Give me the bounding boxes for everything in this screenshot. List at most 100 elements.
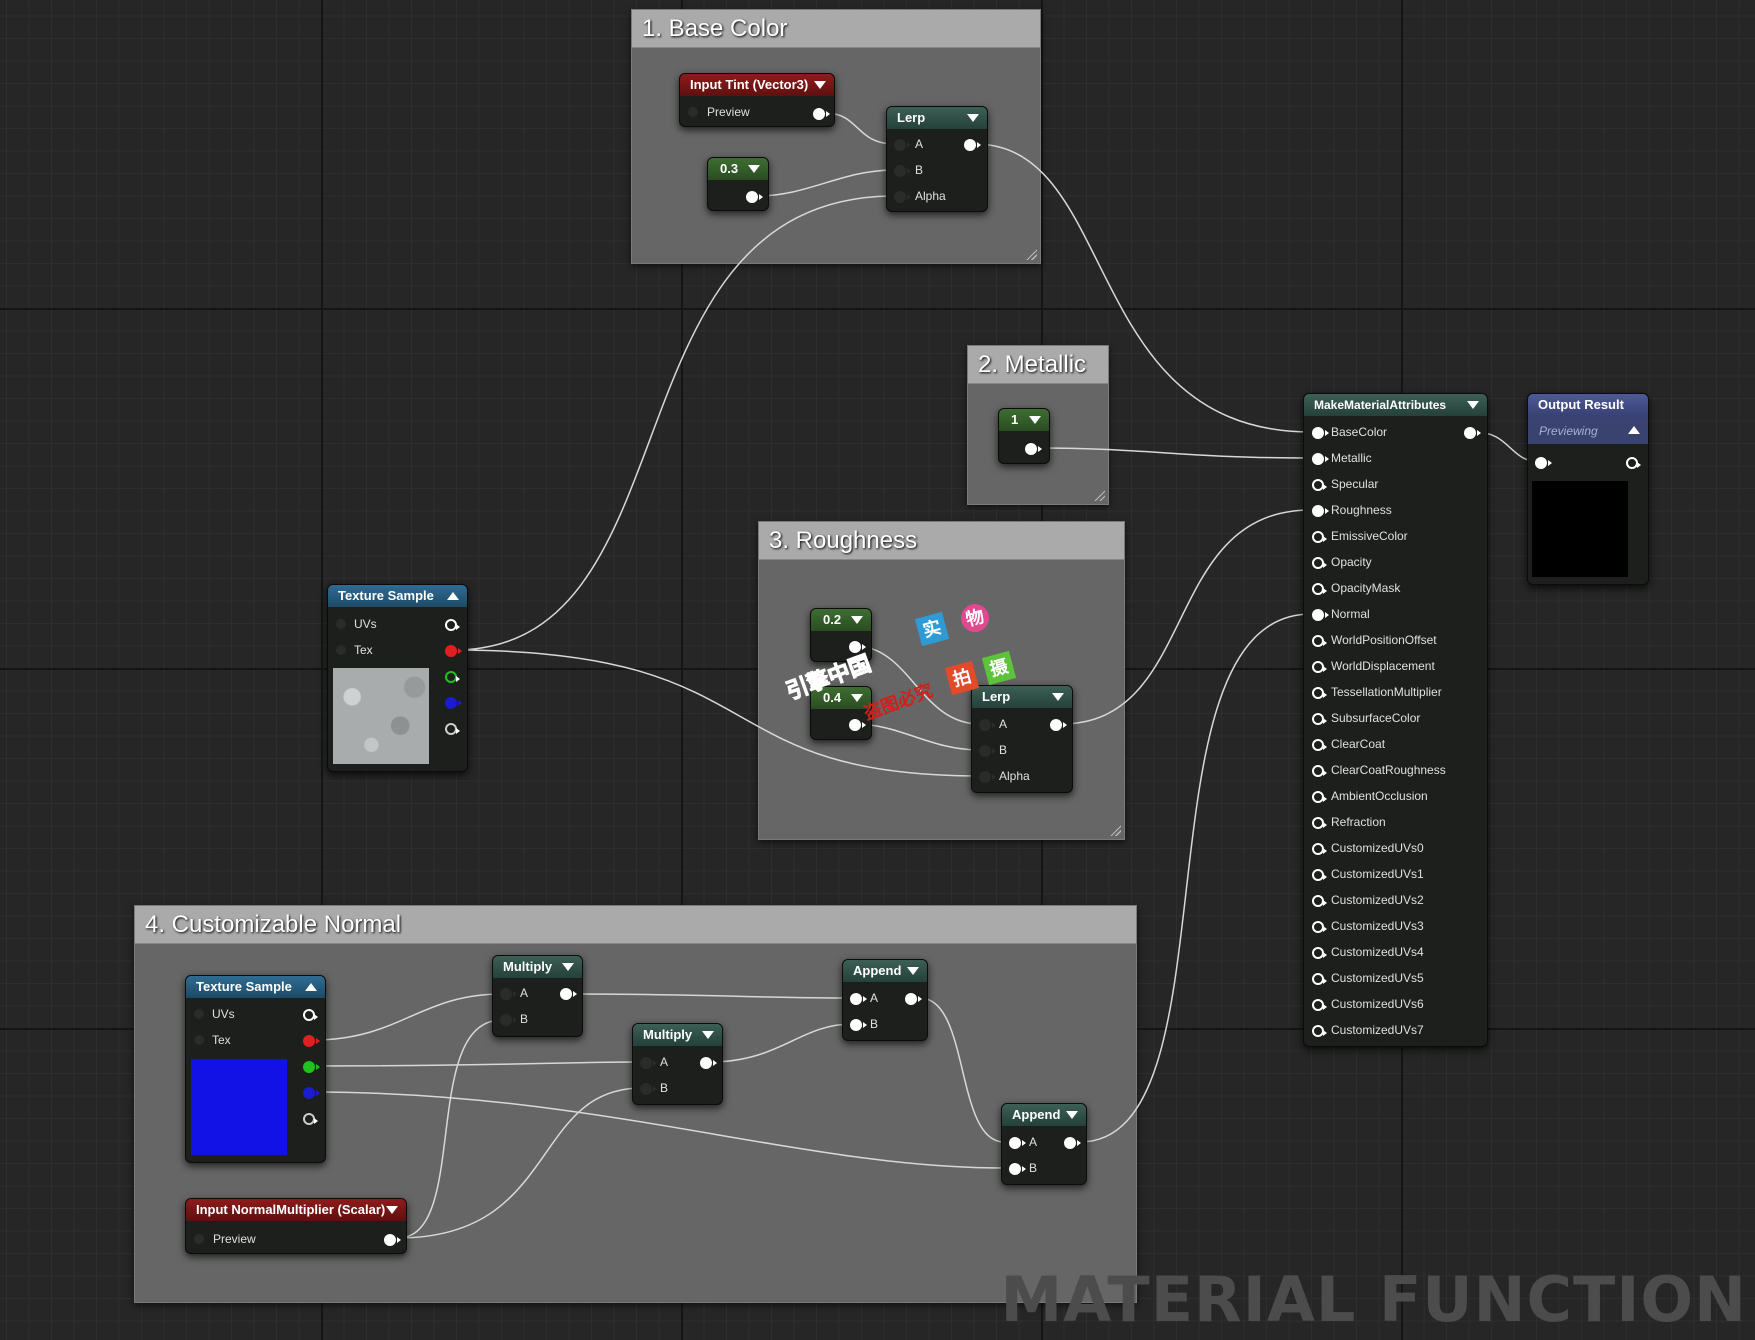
output-pin[interactable] — [746, 191, 763, 203]
constant-1-node[interactable]: 1 — [998, 408, 1050, 464]
output-pin-rgb[interactable] — [445, 619, 460, 631]
input-pin-a[interactable] — [1009, 1137, 1026, 1149]
collapse-arrow-icon[interactable] — [1628, 426, 1640, 434]
input-pin-subsurfacecolor[interactable] — [1312, 713, 1327, 725]
collapse-arrow-icon[interactable] — [386, 1206, 398, 1214]
input-pin-tessellationmultiplier[interactable] — [1312, 687, 1327, 699]
input-pin-alpha[interactable] — [979, 771, 996, 783]
input-pin-a[interactable] — [500, 988, 517, 1000]
input-pin-customizeduvs5[interactable] — [1312, 973, 1327, 985]
multiply-node-2[interactable]: Multiply A B — [632, 1023, 723, 1105]
collapse-arrow-icon[interactable] — [1066, 1111, 1078, 1119]
input-pin-customizeduvs4[interactable] — [1312, 947, 1327, 959]
output-pin[interactable] — [1626, 457, 1641, 469]
input-pin-a[interactable] — [640, 1057, 657, 1069]
input-pin-customizeduvs6[interactable] — [1312, 999, 1327, 1011]
output-pin-r[interactable] — [445, 645, 462, 657]
input-pin-clearcoatroughness[interactable] — [1312, 765, 1327, 777]
input-pin-ambientocclusion[interactable] — [1312, 791, 1327, 803]
collapse-arrow-icon[interactable] — [967, 114, 979, 122]
output-pin-a[interactable] — [303, 1113, 318, 1125]
output-pin[interactable] — [964, 139, 981, 151]
input-pin-normal[interactable] — [1312, 609, 1329, 621]
output-pin[interactable] — [700, 1057, 717, 1069]
append-node-2[interactable]: Append A B — [1001, 1103, 1087, 1185]
output-pin[interactable] — [1050, 719, 1067, 731]
input-pin-b[interactable] — [979, 745, 996, 757]
output-result-node[interactable]: Output Result Previewing — [1527, 393, 1649, 585]
collapse-arrow-icon[interactable] — [1467, 401, 1479, 409]
input-pin-emissivecolor[interactable] — [1312, 531, 1327, 543]
output-pin-b[interactable] — [303, 1087, 320, 1099]
output-pin[interactable] — [905, 993, 922, 1005]
input-pin-customizeduvs0[interactable] — [1312, 843, 1327, 855]
texture-sample-node[interactable]: Texture Sample UVs Tex — [327, 584, 468, 772]
input-pin-tex[interactable] — [194, 1035, 204, 1045]
collapse-arrow-icon[interactable] — [702, 1031, 714, 1039]
output-pin[interactable] — [813, 108, 830, 120]
output-pin-rgb[interactable] — [303, 1009, 318, 1021]
input-pin-customizeduvs7[interactable] — [1312, 1025, 1327, 1037]
output-pin-b[interactable] — [445, 697, 462, 709]
input-pin-opacity[interactable] — [1312, 557, 1327, 569]
input-pin-customizeduvs1[interactable] — [1312, 869, 1327, 881]
collapse-arrow-icon[interactable] — [851, 616, 863, 624]
output-pin-r[interactable] — [303, 1035, 320, 1047]
input-pin-clearcoat[interactable] — [1312, 739, 1327, 751]
input-pin[interactable] — [194, 1234, 204, 1244]
collapse-arrow-icon[interactable] — [748, 165, 760, 173]
input-pin-roughness[interactable] — [1312, 505, 1329, 517]
input-pin-customizeduvs2[interactable] — [1312, 895, 1327, 907]
output-pin-g[interactable] — [303, 1061, 320, 1073]
input-pin-b[interactable] — [500, 1014, 517, 1026]
input-pin-b[interactable] — [894, 165, 911, 177]
constant-0-3-node[interactable]: 0.3 — [707, 157, 769, 211]
lerp-roughness-node[interactable]: Lerp A B Alpha — [971, 685, 1073, 793]
collapse-arrow-icon[interactable] — [447, 592, 459, 600]
output-pin[interactable] — [1464, 427, 1481, 439]
output-pin[interactable] — [560, 988, 577, 1000]
input-pin-b[interactable] — [640, 1083, 657, 1095]
input-pin-customizeduvs3[interactable] — [1312, 921, 1327, 933]
input-pin-tex[interactable] — [336, 645, 346, 655]
output-pin[interactable] — [849, 719, 866, 731]
multiply-node-1[interactable]: Multiply A B — [492, 955, 583, 1037]
input-pin-opacitymask[interactable] — [1312, 583, 1327, 595]
input-pin-metallic[interactable] — [1312, 453, 1329, 465]
output-pin[interactable] — [1064, 1137, 1081, 1149]
input-pin-a[interactable] — [894, 139, 911, 151]
input-pin-worldpositionoffset[interactable] — [1312, 635, 1327, 647]
input-pin-basecolor[interactable] — [1312, 427, 1329, 439]
input-pin[interactable] — [1535, 457, 1552, 469]
pin-label-a: A — [870, 991, 879, 1005]
collapse-arrow-icon[interactable] — [1029, 416, 1041, 424]
input-pin-b[interactable] — [1009, 1163, 1026, 1175]
append-node-1[interactable]: Append A B — [842, 959, 928, 1041]
lerp-base-color-node[interactable]: Lerp A B Alpha — [886, 106, 988, 212]
output-pin-a[interactable] — [445, 723, 460, 735]
input-pin-worlddisplacement[interactable] — [1312, 661, 1327, 673]
collapse-arrow-icon[interactable] — [907, 967, 919, 975]
texture-sample-node[interactable]: Texture Sample UVs Tex — [185, 975, 326, 1163]
input-pin-a[interactable] — [850, 993, 867, 1005]
collapse-arrow-icon[interactable] — [1052, 693, 1064, 701]
input-tint-node[interactable]: Input Tint (Vector3) Preview — [679, 73, 835, 127]
output-pin[interactable] — [384, 1234, 401, 1246]
input-pin-refraction[interactable] — [1312, 817, 1327, 829]
pin-label-alpha: Alpha — [915, 189, 946, 203]
input-pin-a[interactable] — [979, 719, 996, 731]
input-pin-alpha[interactable] — [894, 191, 911, 203]
pin-label-a: A — [520, 986, 529, 1000]
collapse-arrow-icon[interactable] — [562, 963, 574, 971]
input-normal-multiplier-node[interactable]: Input NormalMultiplier (Scalar) Preview — [185, 1198, 407, 1254]
make-material-attributes-node[interactable]: MakeMaterialAttributes BaseColor Metallic… — [1303, 393, 1488, 1047]
input-pin[interactable] — [688, 107, 698, 117]
collapse-arrow-icon[interactable] — [814, 81, 826, 89]
input-pin-b[interactable] — [850, 1019, 867, 1031]
input-pin-uvs[interactable] — [336, 619, 346, 629]
input-pin-uvs[interactable] — [194, 1009, 204, 1019]
output-pin[interactable] — [1025, 443, 1042, 455]
output-pin-g[interactable] — [445, 671, 460, 683]
collapse-arrow-icon[interactable] — [305, 983, 317, 991]
input-pin-specular[interactable] — [1312, 479, 1327, 491]
